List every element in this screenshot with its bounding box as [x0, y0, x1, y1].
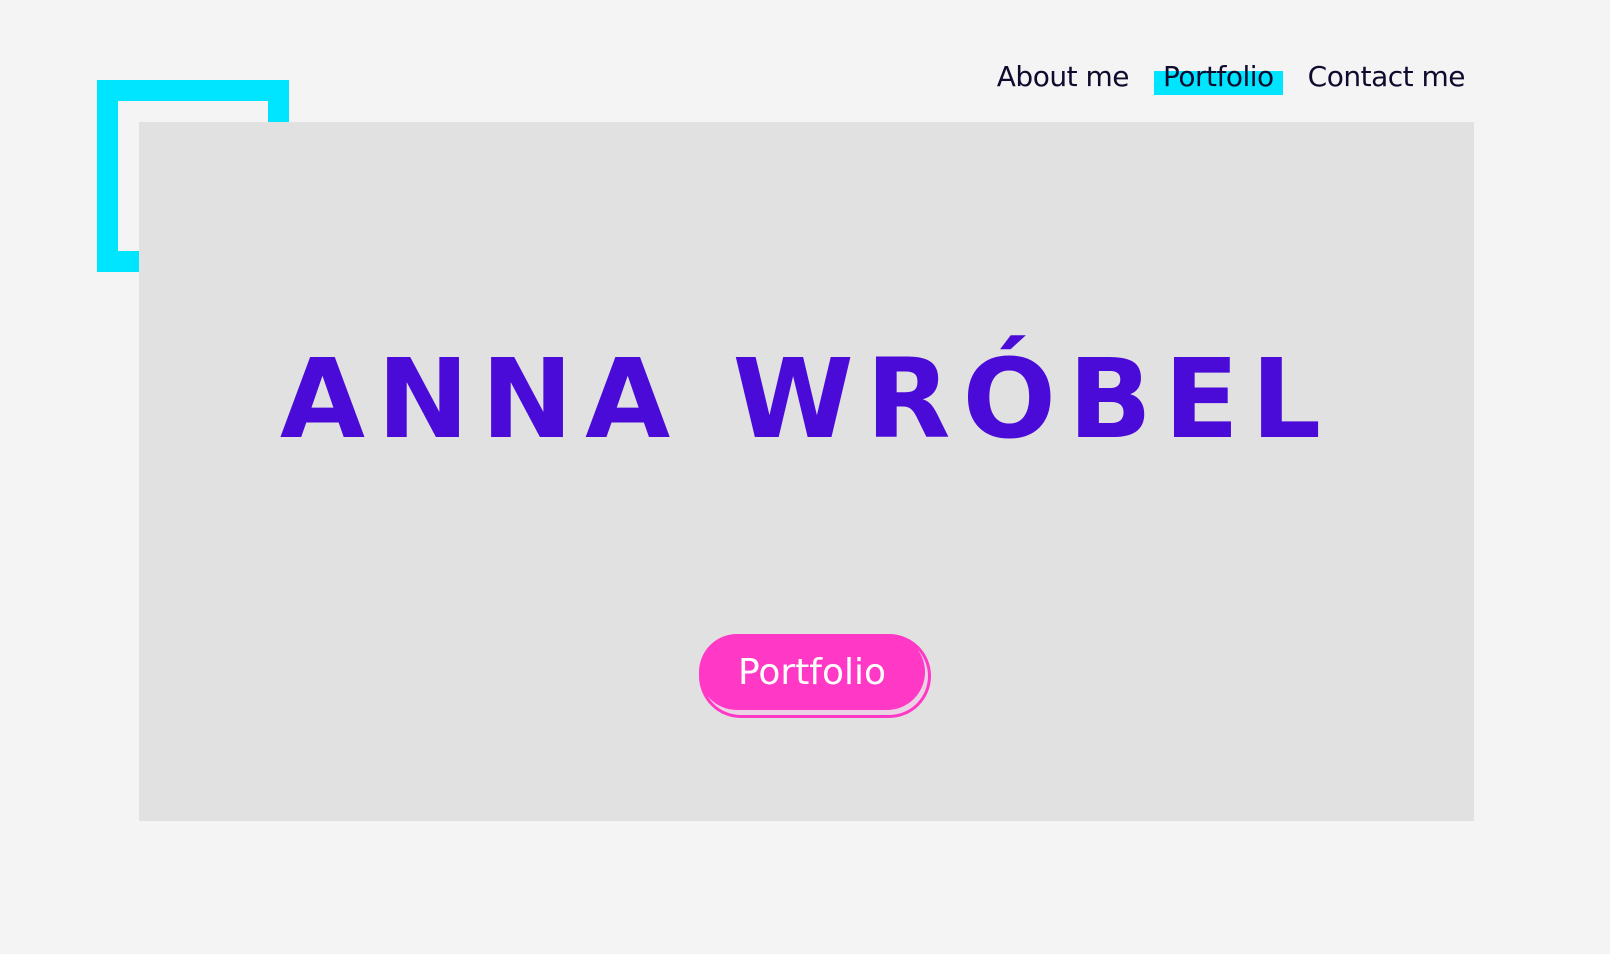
nav-item-label: Portfolio [1162, 60, 1274, 93]
nav-item-contact-me[interactable]: Contact me [1306, 58, 1467, 96]
hero-title: ANNA WRÓBEL [279, 335, 1334, 463]
portfolio-button[interactable]: Portfolio [699, 634, 925, 710]
cta-wrapper: Portfolio [699, 634, 931, 718]
nav-item-portfolio[interactable]: Portfolio [1153, 58, 1283, 96]
nav-item-label: Contact me [1307, 60, 1466, 93]
nav-item-about-me[interactable]: About me [995, 58, 1131, 96]
main-nav: About me Portfolio Contact me [995, 58, 1467, 96]
hero-panel: ANNA WRÓBEL Portfolio [139, 122, 1474, 821]
nav-item-label: About me [996, 60, 1130, 93]
